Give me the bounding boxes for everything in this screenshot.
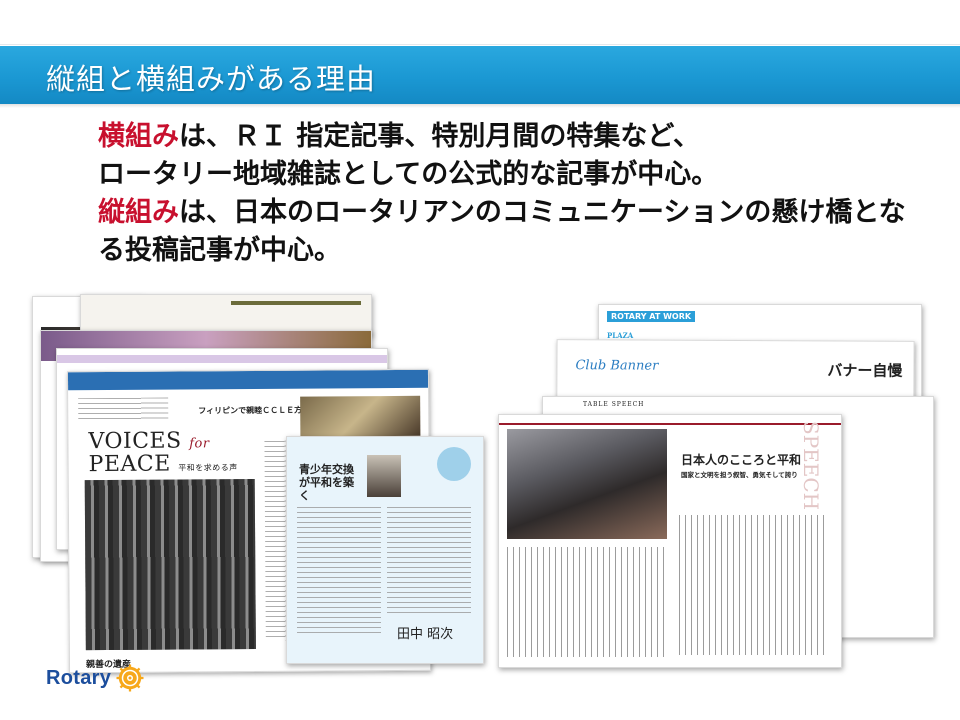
- interview-page: 青少年交換が平和を築く 田中 昭次: [286, 436, 484, 664]
- interview-title: 青少年交換が平和を築く: [299, 463, 354, 502]
- body-line-3: 縦組みは、日本のロータリアンのコミュニケーションの懸け橋とな: [98, 194, 918, 232]
- vertical-body-right: [679, 515, 829, 655]
- body-line-1-rest: は、ＲＩ 指定記事、特別月間の特集など、: [179, 121, 701, 152]
- top-rule: [0, 0, 960, 45]
- speech-vertical-word: SPEECH: [799, 421, 823, 511]
- table-speech-label: TABLE SPEECH: [583, 401, 645, 408]
- intro-text: [78, 397, 169, 421]
- voices-word: VOICES: [88, 428, 182, 455]
- body-line-3-rest: は、日本のロータリアンのコミュニケーションの懸け橋とな: [179, 197, 906, 228]
- portrait-photo: [367, 455, 401, 497]
- club-banner-title: Club Banner: [575, 358, 659, 374]
- vertical-body-left: [507, 547, 667, 657]
- speech-title: 日本人のこころと平和: [681, 453, 802, 467]
- banner-jp-title: バナー自慢: [827, 361, 903, 380]
- for-word: for: [189, 436, 210, 452]
- peace-jp: 平和を求める声: [178, 463, 238, 473]
- classroom-photo: [300, 395, 421, 437]
- crowd-photo: [507, 429, 667, 539]
- badge-circle: [437, 447, 471, 481]
- page-header-small: [231, 301, 361, 305]
- body-text: 横組みは、ＲＩ 指定記事、特別月間の特集など、 ロータリー地域雑誌としての公式的…: [98, 118, 918, 270]
- rotary-logo: Rotary: [46, 663, 145, 693]
- voices-heading: VOICES for PEACE 平和を求める声: [88, 428, 238, 479]
- highlight-tategumi: 縦組み: [98, 197, 179, 228]
- peace-word: PEACE: [88, 451, 171, 478]
- body-line-2: ロータリー地域雑誌としての公式的な記事が中心。: [98, 159, 719, 190]
- un-flags-photo: [84, 478, 256, 651]
- signature: 田中 昭次: [397, 627, 454, 642]
- slide-title: 縦組と横組みがある理由: [46, 62, 377, 96]
- rotary-wheel-icon: [116, 664, 144, 692]
- rotary-wordmark: Rotary: [46, 666, 112, 689]
- body-line-1: 横組みは、ＲＩ 指定記事、特別月間の特集など、: [98, 118, 918, 156]
- interview-text-right: [387, 507, 471, 617]
- page-stripe: [57, 355, 387, 363]
- table-speech-spread: 日本人のこころと平和 国家と文明を担う叙智、勇気そして誇り SPEECH: [498, 414, 842, 668]
- highlight-yokogumi: 横組み: [98, 121, 179, 152]
- speech-header-line: [499, 423, 841, 425]
- interview-text-left: [297, 507, 381, 637]
- body-line-4: る投稿記事が中心。: [98, 235, 341, 266]
- header-stripe: [67, 369, 429, 391]
- magazine-collage: フィリピンで親睦ＣＣＬＥ方式授業 VOICES for PEACE 平和を求める…: [30, 290, 934, 674]
- at-work-header: ROTARY AT WORK: [607, 311, 696, 322]
- speech-subtitle: 国家と文明を担う叙智、勇気そして誇り: [681, 471, 798, 479]
- title-bar: 縦組と横組みがある理由: [0, 46, 960, 108]
